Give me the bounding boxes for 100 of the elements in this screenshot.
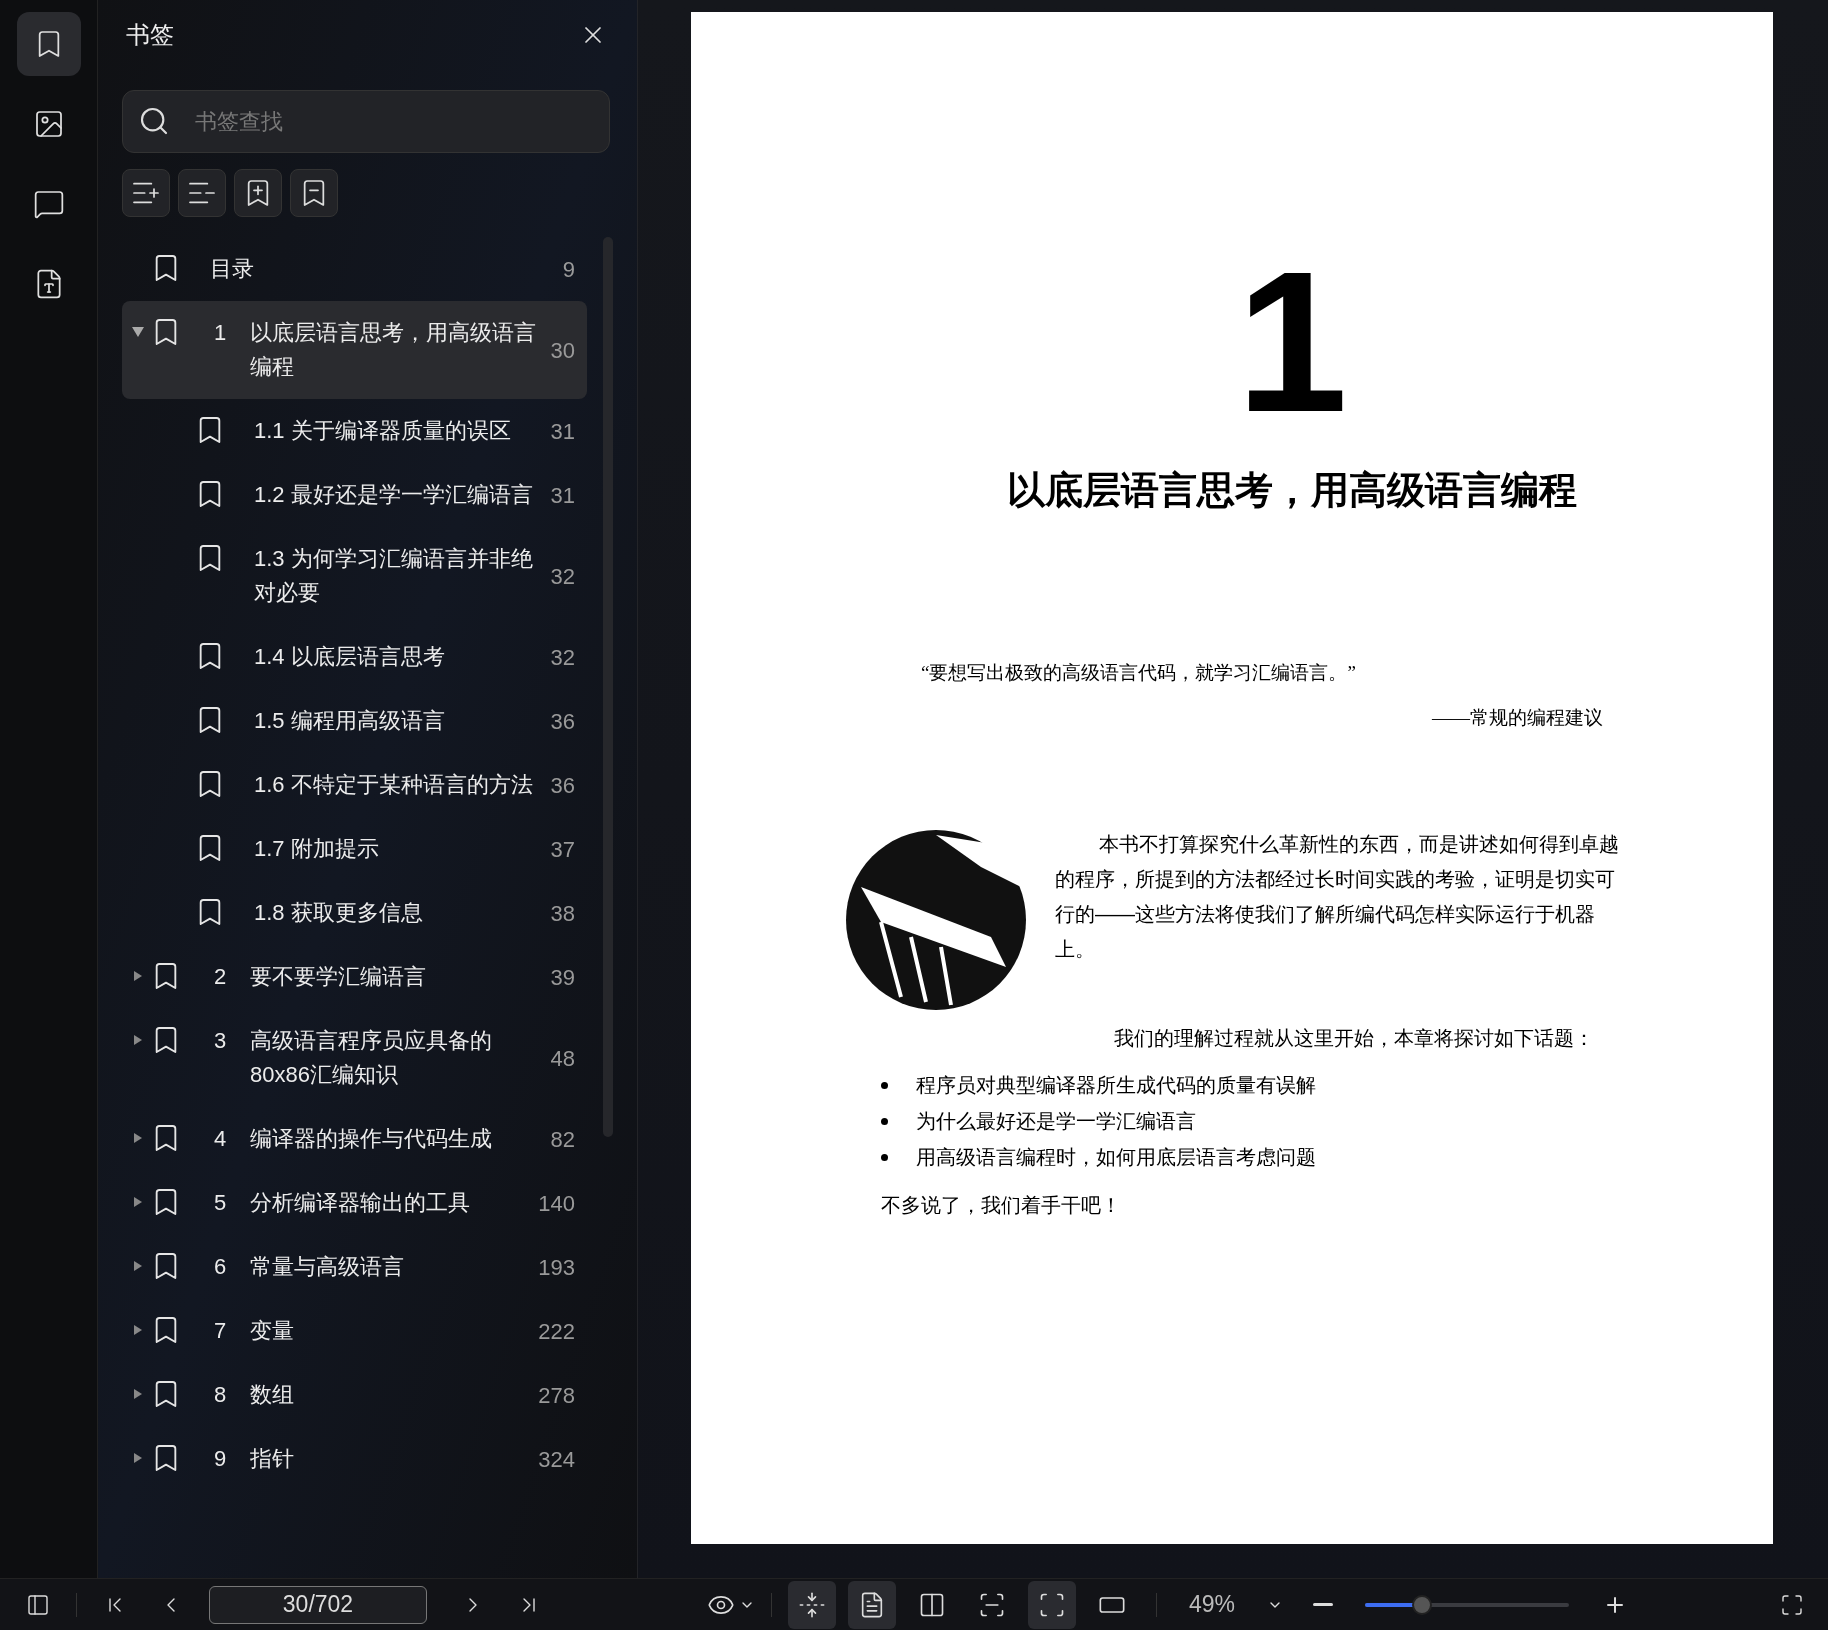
bookmark-title: 高级语言程序员应具备的80x86汇编知识 — [250, 1027, 493, 1089]
bookmark-item[interactable]: 1.2 最好还是学一学汇编语言 31 — [122, 463, 587, 527]
collapsed-arrow-icon[interactable] — [134, 1325, 142, 1335]
chapter-number: 1 — [1236, 262, 1348, 422]
bullet-icon — [881, 1117, 888, 1125]
page-number: 30 — [550, 336, 575, 365]
add-bookmark-button[interactable] — [234, 169, 282, 217]
bookmark-title: 1.2 最好还是学一学汇编语言 — [254, 481, 534, 509]
page-number: 38 — [550, 899, 575, 928]
chapter-number: 2 — [214, 963, 228, 991]
page-number: 31 — [550, 481, 575, 510]
fit-width-icon — [798, 1590, 826, 1619]
chapter-number: 1 — [214, 319, 228, 347]
page-field[interactable]: 30/702 — [209, 1585, 427, 1624]
page-number: 37 — [550, 835, 575, 864]
collapsed-arrow-icon[interactable] — [134, 1261, 142, 1271]
bookmark-title: 分析编译器输出的工具 — [250, 1189, 471, 1217]
bookmark-item[interactable]: 3 高级语言程序员应具备的80x86汇编知识 48 — [122, 1009, 587, 1107]
collapsed-arrow-icon[interactable] — [134, 1197, 142, 1207]
collapsed-arrow-icon[interactable] — [134, 1133, 142, 1143]
bullet-text: 用高级语言编程时，如何用底层语言考虑问题 — [916, 1145, 1316, 1170]
page-number: 36 — [550, 707, 575, 736]
chapter-number: 4 — [214, 1125, 228, 1153]
collapsed-arrow-icon[interactable] — [134, 1453, 142, 1463]
page-number: 9 — [562, 255, 575, 284]
bullet-icon — [881, 1153, 888, 1161]
page-number: 32 — [550, 562, 575, 591]
page-number: 278 — [538, 1381, 575, 1410]
page-number: 222 — [538, 1317, 575, 1346]
expand-all-button[interactable] — [122, 169, 170, 217]
bookmark-item[interactable]: 1.7 附加提示 37 — [122, 817, 587, 881]
chapter-number: 8 — [214, 1381, 228, 1409]
expanded-arrow-icon[interactable] — [132, 327, 144, 337]
bookmark-title: 以底层语言思考，用高级语言编程 — [250, 319, 537, 381]
zoom-value: 49% — [1189, 1590, 1236, 1620]
bookmark-title: 1.6 不特定于某种语言的方法 — [254, 771, 534, 799]
bookmark-title: 1.4 以底层语言思考 — [254, 643, 446, 671]
bookmark-title: 要不要学汇编语言 — [250, 963, 427, 991]
chapter-title: 以底层语言思考，用高级语言编程 — [1007, 468, 1577, 513]
chapter-number: 7 — [214, 1317, 228, 1345]
bookmark-item[interactable]: 1.6 不特定于某种语言的方法 36 — [122, 753, 587, 817]
minus-icon — [1313, 1603, 1334, 1606]
quote: “要想写出极致的高级语言代码，就学习汇编语言。” — [921, 661, 1357, 685]
panel-title: 书签 — [125, 20, 174, 50]
page-number: 32 — [550, 643, 575, 672]
bookmark-item[interactable]: 8 数组 278 — [122, 1363, 587, 1427]
bookmark-title: 1.5 编程用高级语言 — [254, 707, 446, 735]
bullet-icon — [881, 1081, 888, 1089]
page-number: 31 — [550, 417, 575, 446]
single-page-button[interactable] — [848, 1580, 896, 1629]
fit-page-button[interactable] — [1028, 1580, 1076, 1629]
bookmark-item[interactable]: 5 分析编译器输出的工具 140 — [122, 1171, 587, 1235]
bookmark-item[interactable]: 6 常量与高级语言 193 — [122, 1235, 587, 1299]
bookmark-title: 1.3 为何学习汇编语言并非绝对必要 — [254, 545, 534, 607]
search-field[interactable]: 书签查找 — [122, 90, 610, 153]
page-number: 324 — [538, 1445, 575, 1474]
bullet-text: 为什么最好还是学一学汇编语言 — [916, 1109, 1196, 1134]
bookmark-item[interactable]: 目录 9 — [122, 237, 587, 301]
bookmark-item[interactable]: 2 要不要学汇编语言 39 — [122, 945, 587, 1009]
chapter-number: 3 — [214, 1027, 228, 1055]
collapsed-arrow-icon[interactable] — [134, 1389, 142, 1399]
bookmark-item[interactable]: 9 指针 324 — [122, 1427, 587, 1491]
bookmark-title: 1.8 获取更多信息 — [254, 899, 424, 927]
bookmark-title: 1.1 关于编译器质量的误区 — [254, 417, 512, 445]
bookmark-item[interactable]: 1.8 获取更多信息 38 — [122, 881, 587, 945]
page-number: 140 — [538, 1189, 575, 1218]
bullet-text: 程序员对典型编译器所生成代码的质量有误解 — [916, 1073, 1316, 1098]
bookmark-item[interactable]: 4 编译器的操作与代码生成 82 — [122, 1107, 587, 1171]
page-number: 39 — [550, 963, 575, 992]
search-icon — [138, 105, 170, 137]
page-number: 48 — [550, 1044, 575, 1073]
page-number: 82 — [550, 1125, 575, 1154]
bookmark-title: 常量与高级语言 — [250, 1253, 405, 1281]
bookmark-tab[interactable] — [16, 12, 81, 76]
paragraph: 不多说了，我们着手干吧！ — [881, 1193, 1122, 1218]
bookmark-title: 变量 — [250, 1317, 295, 1345]
bookmark-item[interactable]: 1.4 以底层语言思考 32 — [122, 625, 587, 689]
page-number: 193 — [538, 1253, 575, 1282]
fit-width-button[interactable] — [788, 1580, 836, 1629]
chapter-number: 9 — [214, 1445, 228, 1473]
sidebar-icon — [26, 1592, 50, 1617]
remove-bookmark-button[interactable] — [290, 169, 338, 217]
collapsed-arrow-icon[interactable] — [134, 971, 142, 981]
bookmark-item[interactable]: 1.5 编程用高级语言 36 — [122, 689, 587, 753]
page-number: 36 — [550, 771, 575, 800]
paragraph: 我们的理解过程就从这里开始，本章将探讨如下话题： — [1113, 1026, 1595, 1051]
bookmark-title: 编译器的操作与代码生成 — [250, 1125, 493, 1153]
collapse-all-button[interactable] — [178, 169, 226, 217]
fullscreen-icon — [1780, 1592, 1804, 1617]
quote-attribution: ——常规的编程建议 — [1432, 705, 1603, 730]
bookmark-item[interactable]: 1.1 关于编译器质量的误区 31 — [122, 399, 587, 463]
collapsed-arrow-icon[interactable] — [134, 1035, 142, 1045]
bookmark-title: 指针 — [250, 1445, 295, 1473]
bookmark-title: 目录 — [210, 255, 255, 283]
bookmark-title: 数组 — [250, 1381, 295, 1409]
bookmark-item[interactable]: 7 变量 222 — [122, 1299, 587, 1363]
chapter-number: 5 — [214, 1189, 228, 1217]
comment-icon — [32, 188, 65, 220]
chapter-number: 6 — [214, 1253, 228, 1281]
slider-thumb[interactable] — [1412, 1594, 1433, 1615]
